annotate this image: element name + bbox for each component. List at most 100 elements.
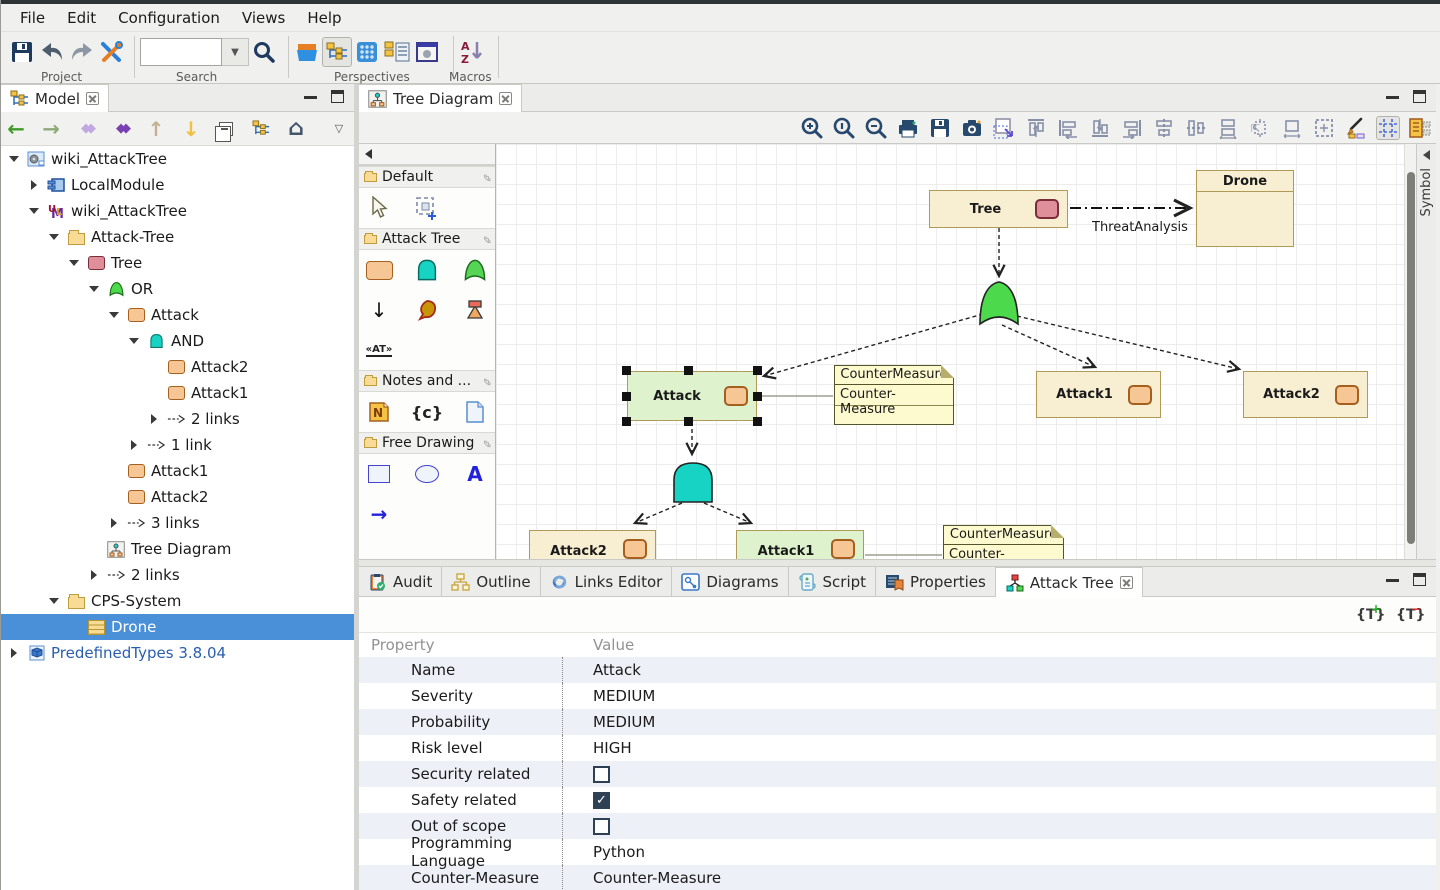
minimize-icon[interactable] xyxy=(1386,573,1399,582)
attack-node-tool[interactable] xyxy=(365,257,393,283)
perspective-grid-button[interactable] xyxy=(352,37,382,67)
tab-diagrams[interactable]: Diagrams xyxy=(672,567,788,596)
add-attribute-icon[interactable]: {T}+ xyxy=(1356,607,1382,623)
vertical-scrollbar[interactable] xyxy=(1404,144,1416,559)
tree-item-or[interactable]: OR xyxy=(1,276,354,302)
print-icon[interactable] xyxy=(896,116,920,140)
tree-view-icon[interactable] xyxy=(250,117,272,141)
note-tool[interactable]: N xyxy=(365,399,393,425)
table-row-risk-level[interactable]: Risk level HIGH xyxy=(359,735,1436,761)
tab-audit[interactable]: Audit xyxy=(359,567,442,596)
diagram-note-countermeasure[interactable]: CounterMeasure Counter-Measure xyxy=(834,365,954,425)
history-forward-icon[interactable]: ◆◆ xyxy=(110,117,132,141)
tree-item-tree[interactable]: Tree xyxy=(1,250,354,276)
save-image-icon[interactable] xyxy=(928,116,952,140)
search-icon[interactable] xyxy=(249,37,279,67)
maximize-icon[interactable] xyxy=(1413,573,1426,586)
table-row-severity[interactable]: Severity MEDIUM xyxy=(359,683,1436,709)
zoom-original-icon[interactable] xyxy=(832,116,856,140)
tab-attack-tree[interactable]: Attack Tree xyxy=(996,567,1143,597)
macros-sort-button[interactable]: AZ xyxy=(457,37,487,67)
tree-item-attack2[interactable]: Attack2 xyxy=(1,354,354,380)
attack-badge[interactable] xyxy=(724,386,748,406)
table-row-counter-measure[interactable]: Counter-Measure Counter-Measure xyxy=(359,865,1436,890)
value-header[interactable]: Value xyxy=(562,633,1436,657)
maximize-icon[interactable] xyxy=(1413,90,1426,103)
minimize-icon[interactable] xyxy=(1386,90,1399,99)
expand-icon[interactable] xyxy=(27,208,41,214)
palette-section-notes[interactable]: Notes and ... xyxy=(359,370,495,392)
tab-tree-diagram[interactable]: Tree Diagram xyxy=(359,84,522,112)
tree-item-predefinedtypes[interactable]: PredefinedTypes 3.8.04 xyxy=(1,640,354,666)
selection-handle[interactable] xyxy=(753,366,762,375)
section-collapse-icon[interactable] xyxy=(479,170,493,184)
mitigation-tool[interactable] xyxy=(461,297,489,323)
palette-section-attack-tree[interactable]: Attack Tree xyxy=(359,228,495,250)
tree-item-and[interactable]: AND xyxy=(1,328,354,354)
expand-icon[interactable] xyxy=(27,180,41,190)
selection-handle[interactable] xyxy=(684,417,693,426)
screenshot-icon[interactable] xyxy=(960,116,984,140)
tree-item-attack-tree-folder[interactable]: Attack-Tree xyxy=(1,224,354,250)
section-collapse-icon[interactable] xyxy=(479,374,493,388)
expand-icon[interactable] xyxy=(47,234,61,240)
document-tool[interactable] xyxy=(461,399,489,425)
expand-icon[interactable] xyxy=(7,156,21,162)
fit-diagram-icon[interactable] xyxy=(1312,116,1336,140)
zoom-out-icon[interactable] xyxy=(864,116,888,140)
back-icon[interactable]: ← xyxy=(5,117,27,141)
selection-handle[interactable] xyxy=(622,417,631,426)
maximize-icon[interactable] xyxy=(331,90,344,103)
expand-icon[interactable] xyxy=(67,260,81,266)
align-top-icon[interactable] xyxy=(1024,116,1048,140)
table-row-probability[interactable]: Probability MEDIUM xyxy=(359,709,1436,735)
tab-script[interactable]: Script xyxy=(789,567,877,596)
capture-selection-icon[interactable] xyxy=(992,116,1016,140)
or-gate-tool[interactable] xyxy=(461,257,489,283)
out-of-scope-checkbox[interactable] xyxy=(593,818,610,835)
zoom-in-icon[interactable] xyxy=(800,116,824,140)
minimize-icon[interactable] xyxy=(304,90,317,99)
selection-handle[interactable] xyxy=(753,392,762,401)
tree-item-drone[interactable]: Drone xyxy=(1,614,354,640)
expand-icon[interactable] xyxy=(127,440,141,450)
security-related-checkbox[interactable] xyxy=(593,766,610,783)
selection-handle[interactable] xyxy=(622,366,631,375)
tree-item-tree-diagram[interactable]: Tree Diagram xyxy=(1,536,354,562)
countermeasure-tool[interactable] xyxy=(413,297,441,323)
attack2-bottom-badge[interactable] xyxy=(623,539,647,559)
section-collapse-icon[interactable] xyxy=(479,436,493,450)
multi-select-tool[interactable] xyxy=(413,195,441,221)
tab-outline[interactable]: Outline xyxy=(442,567,540,596)
property-header[interactable]: Property xyxy=(359,633,562,657)
settings-tools-button[interactable] xyxy=(97,37,127,67)
diagram-canvas[interactable]: Tree Drone ThreatAnalysis Attack xyxy=(496,144,1404,559)
expand-icon[interactable] xyxy=(87,570,101,580)
diagram-node-drone[interactable]: Drone xyxy=(1196,170,1294,247)
expand-icon[interactable] xyxy=(107,312,121,318)
link-tool[interactable]: ↓ xyxy=(365,297,393,323)
align-bottom-icon[interactable] xyxy=(1088,116,1112,140)
diagram-node-tree[interactable]: Tree xyxy=(929,190,1068,228)
palette-section-default[interactable]: Default xyxy=(359,166,495,188)
table-row-security-related[interactable]: Security related xyxy=(359,761,1436,787)
selection-handle[interactable] xyxy=(684,366,693,375)
expand-icon[interactable] xyxy=(107,518,121,528)
tree-item-1-link[interactable]: 1 link xyxy=(1,432,354,458)
menu-configuration[interactable]: Configuration xyxy=(107,7,231,29)
center-horizontal-icon[interactable] xyxy=(1184,116,1208,140)
remove-attribute-icon[interactable]: {T}− xyxy=(1396,607,1422,623)
tree-item-attack2-or[interactable]: Attack2 xyxy=(1,484,354,510)
diagram-note-countermeasure-2[interactable]: CounterMeasure Counter-Measure xyxy=(943,525,1064,559)
attack1-badge[interactable] xyxy=(1128,385,1152,405)
diagram-node-attack1[interactable]: Attack1 xyxy=(1036,371,1161,418)
table-row-name[interactable]: Name Attack xyxy=(359,657,1436,683)
tab-links-editor[interactable]: Links Editor xyxy=(541,567,673,596)
expand-icon[interactable] xyxy=(127,338,141,344)
selection-handle[interactable] xyxy=(753,417,762,426)
search-dropdown-button[interactable]: ▼ xyxy=(222,38,249,66)
panel-sash[interactable] xyxy=(359,559,1436,567)
tree-item-3-links[interactable]: 3 links xyxy=(1,510,354,536)
arrow-tool[interactable]: → xyxy=(365,501,393,527)
palette-collapse-button[interactable] xyxy=(359,144,495,166)
